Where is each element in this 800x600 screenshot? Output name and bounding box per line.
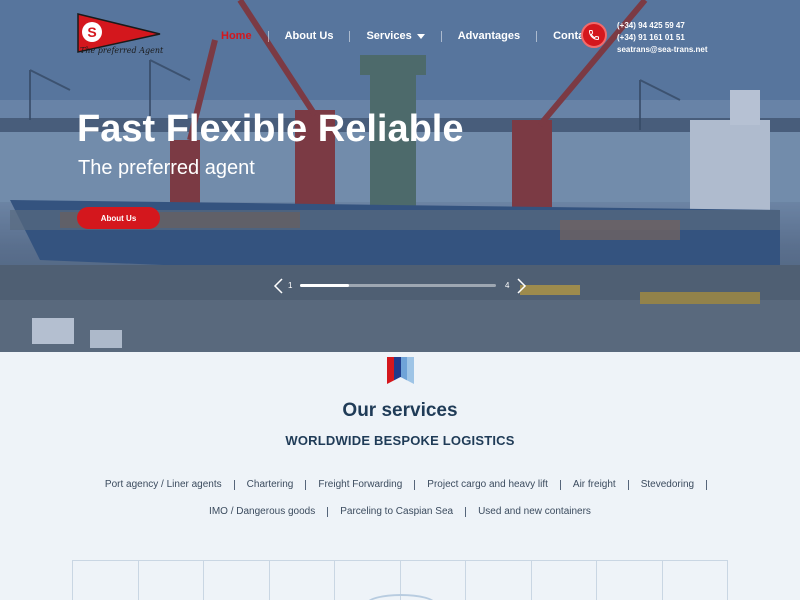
flag-icon [387, 357, 414, 384]
grid-cell[interactable] [203, 561, 269, 600]
slider-next-icon[interactable] [514, 276, 528, 296]
contact-info: (+34) 94 425 59 47 (+34) 91 161 01 51 se… [617, 20, 708, 56]
phone-icon [588, 30, 599, 41]
grid-cell[interactable] [268, 561, 335, 600]
grid-cell[interactable] [465, 561, 531, 600]
email-link[interactable]: seatrans@sea-trans.net [617, 44, 708, 56]
phone-button[interactable] [581, 22, 607, 48]
main-nav: Home About Us Services Advantages Contac… [205, 28, 610, 44]
services-subtitle: WORLDWIDE BESPOKE LOGISTICS [285, 433, 515, 448]
services-row-1: Port agency / Liner agents Chartering Fr… [0, 479, 800, 490]
phone-number-1[interactable]: (+34) 94 425 59 47 [617, 20, 708, 32]
slider-progress-track[interactable] [300, 284, 496, 287]
services-title: Our services [342, 400, 458, 421]
service-port-agency[interactable]: Port agency / Liner agents [93, 479, 234, 490]
slider-current: 1 [288, 281, 293, 290]
nav-advantages[interactable]: Advantages [442, 30, 536, 42]
hero-subtitle: The preferred agent [78, 157, 255, 179]
grid-cell[interactable] [661, 561, 728, 600]
service-project-cargo[interactable]: Project cargo and heavy lift [415, 479, 560, 490]
nav-advantages-label: Advantages [457, 30, 521, 42]
grid-cell[interactable] [530, 561, 597, 600]
slider-progress-fill [300, 284, 349, 287]
nav-about-us[interactable]: About Us [269, 30, 350, 42]
nav-home-label: Home [221, 30, 252, 42]
chevron-down-icon [416, 33, 425, 39]
hero-slider-controls: 1 4 [272, 276, 528, 296]
service-stevedoring[interactable]: Stevedoring [629, 479, 706, 490]
service-containers[interactable]: Used and new containers [466, 506, 603, 517]
grid-cell[interactable] [72, 561, 138, 600]
logo-tagline: The preferred Agent [80, 46, 164, 55]
grid-cell[interactable] [596, 561, 662, 600]
nav-home[interactable]: Home [205, 30, 268, 42]
grid-cell[interactable] [137, 561, 204, 600]
service-imo-dangerous-goods[interactable]: IMO / Dangerous goods [197, 506, 327, 517]
service-freight-forwarding[interactable]: Freight Forwarding [306, 479, 414, 490]
service-chartering[interactable]: Chartering [235, 479, 306, 490]
service-separator [706, 479, 708, 490]
slider-prev-icon[interactable] [272, 276, 286, 296]
nav-about-us-label: About Us [284, 30, 334, 42]
about-us-button[interactable]: About Us [77, 207, 160, 229]
nav-services-label: Services [366, 30, 412, 42]
service-parceling-caspian[interactable]: Parceling to Caspian Sea [328, 506, 465, 517]
slider-total: 4 [505, 281, 510, 290]
logo-badge-letter: S [87, 24, 96, 40]
nav-services[interactable]: Services [350, 30, 440, 42]
phone-number-2[interactable]: (+34) 91 161 01 51 [617, 32, 708, 44]
services-row-2: IMO / Dangerous goods Parceling to Caspi… [0, 506, 800, 517]
service-air-freight[interactable]: Air freight [561, 479, 628, 490]
hero-title: Fast Flexible Reliable [77, 108, 464, 150]
